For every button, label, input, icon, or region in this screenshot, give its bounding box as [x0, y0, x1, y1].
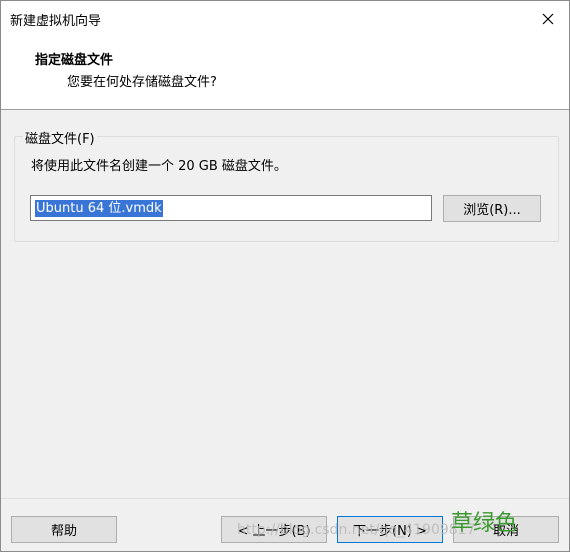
page-title: 指定磁盘文件 [35, 53, 114, 68]
wizard-dialog: 新建虚拟机向导 指定磁盘文件 您要在何处存储磁盘文件? 磁盘文件(F) 将使用此… [0, 0, 570, 552]
footer-divider [1, 498, 569, 499]
window-title: 新建虚拟机向导 [10, 14, 102, 29]
disk-file-input-value: Ubuntu 64 位.vmdk [35, 199, 163, 217]
close-icon [542, 13, 554, 25]
help-button[interactable]: 帮助 [11, 516, 117, 543]
watermark-url: http://blog.csdn.net/qq_41909817 [237, 522, 476, 538]
browse-button[interactable]: 浏览(R)... [443, 195, 541, 222]
disk-file-group [14, 136, 559, 242]
wizard-header: 指定磁盘文件 您要在何处存储磁盘文件? [1, 37, 569, 110]
watermark-green-text: 草绿色 [451, 511, 518, 536]
close-button[interactable] [535, 7, 561, 31]
disk-file-input[interactable]: Ubuntu 64 位.vmdk [30, 195, 432, 221]
disk-file-group-label: 磁盘文件(F) [23, 128, 97, 147]
disk-file-description: 将使用此文件名创建一个 20 GB 磁盘文件。 [31, 159, 287, 174]
title-bar: 新建虚拟机向导 [1, 1, 569, 37]
page-subtitle: 您要在何处存储磁盘文件? [67, 75, 217, 90]
